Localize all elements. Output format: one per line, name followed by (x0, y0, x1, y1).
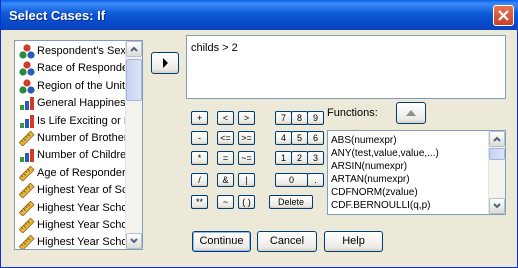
scroll-down-button[interactable] (126, 233, 142, 249)
key-digit-1[interactable]: 1 (275, 151, 292, 165)
key-less-than[interactable]: < (217, 111, 234, 125)
functions-scrollbar[interactable] (488, 131, 505, 214)
scale-icon (18, 130, 35, 147)
key-equals[interactable]: = (217, 151, 234, 165)
list-item-label: Region of the Unite (37, 79, 127, 92)
list-item[interactable]: Highest Year of Sc (15, 182, 127, 199)
key-divide[interactable]: / (191, 173, 208, 187)
key-digit-6[interactable]: 6 (307, 131, 324, 145)
chevron-up-icon (493, 136, 501, 142)
key-digit-2[interactable]: 2 (291, 151, 308, 165)
list-item[interactable]: Highest Year Scho (15, 217, 127, 234)
list-item[interactable]: Number of Brothers (15, 130, 127, 147)
key-and[interactable]: & (217, 173, 234, 187)
function-item[interactable]: ARSIN(numexpr) (331, 161, 407, 174)
arrow-up-icon (406, 110, 416, 116)
close-button[interactable] (493, 5, 514, 26)
ordinal-icon (19, 96, 35, 111)
list-item-label: Highest Year Scho (37, 201, 127, 214)
continue-button[interactable]: Continue (192, 231, 251, 252)
insert-function-button[interactable] (396, 102, 426, 124)
list-item[interactable]: Race of Responde (15, 60, 127, 77)
key-digit-4[interactable]: 4 (275, 131, 292, 145)
key-delete[interactable]: Delete (269, 195, 313, 209)
functions-list[interactable]: ABS(numexpr) ANY(test,value,value,...) ARS… (327, 130, 506, 215)
list-item[interactable]: Region of the Unite (15, 78, 127, 95)
list-item[interactable]: Highest Year Scho (15, 234, 127, 249)
list-item[interactable]: Age of Responder (15, 165, 127, 182)
list-item-label: Highest Year Scho (37, 236, 127, 249)
variable-list-scrollbar[interactable] (125, 41, 142, 249)
list-item-label: Number of Brothers (37, 132, 127, 144)
function-item[interactable]: ARTAN(numexpr) (331, 174, 410, 187)
title-bar[interactable]: Select Cases: If (1, 0, 518, 30)
function-item[interactable]: ANY(test,value,value,...) (331, 148, 439, 161)
list-item-label: Number of Children (37, 149, 127, 162)
list-item-label: Respondent's Sex (37, 45, 126, 57)
key-multiply[interactable]: * (191, 151, 208, 165)
list-item-label: Highest Year of Sc (37, 184, 127, 197)
key-parentheses[interactable]: ( ) (238, 195, 255, 209)
ordinal-icon (19, 148, 35, 163)
scroll-up-button[interactable] (126, 41, 142, 57)
list-item-label: Is Life Exciting or D (37, 114, 127, 127)
expression-value: childs > 2 (191, 42, 238, 54)
key-digit-9[interactable]: 9 (307, 111, 324, 125)
ordinal-icon (19, 114, 35, 129)
move-variable-button[interactable] (151, 52, 179, 74)
scale-icon (18, 200, 35, 217)
list-item[interactable]: Number of Children (15, 147, 127, 164)
key-or[interactable]: | (238, 173, 255, 187)
key-decimal[interactable]: . (307, 173, 324, 187)
key-less-equal[interactable]: <= (217, 131, 234, 145)
list-item-label: General Happiness (37, 97, 127, 110)
chevron-down-icon (493, 203, 501, 209)
function-item[interactable]: CDFNORM(zvalue) (331, 187, 418, 200)
function-item[interactable]: ABS(numexpr) (331, 135, 397, 148)
window-title: Select Cases: If (9, 8, 106, 23)
nominal-icon (19, 79, 35, 94)
key-not[interactable]: ~ (217, 195, 234, 209)
functions-label: Functions: (327, 107, 378, 119)
scale-icon (18, 217, 35, 234)
list-item[interactable]: Respondent's Sex (15, 43, 127, 60)
key-digit-0[interactable]: 0 (275, 173, 308, 187)
scale-icon (18, 235, 35, 249)
help-button[interactable]: Help (324, 231, 383, 252)
key-digit-3[interactable]: 3 (307, 151, 324, 165)
key-not-equal[interactable]: ~= (238, 151, 255, 165)
arrow-right-icon (163, 58, 168, 68)
key-greater-than[interactable]: > (238, 111, 255, 125)
variable-list[interactable]: Respondent's Sex Race of Responde Region o… (14, 40, 143, 250)
key-digit-8[interactable]: 8 (291, 111, 308, 125)
scroll-thumb[interactable] (126, 59, 142, 101)
key-power[interactable]: ** (191, 195, 208, 209)
list-item[interactable]: Highest Year Scho (15, 200, 127, 217)
functions-scroll-up[interactable] (489, 131, 505, 147)
scale-icon (18, 165, 35, 182)
functions-scroll-down[interactable] (489, 198, 505, 214)
functions-scroll-thumb[interactable] (489, 148, 505, 160)
list-item[interactable]: Is Life Exciting or D (15, 113, 127, 130)
list-item[interactable]: General Happiness (15, 95, 127, 112)
scale-icon (18, 182, 35, 199)
function-item[interactable]: CDF.BERNOULLI(q,p) (331, 200, 430, 213)
chevron-down-icon (130, 238, 138, 244)
key-digit-5[interactable]: 5 (291, 131, 308, 145)
key-greater-equal[interactable]: >= (238, 131, 255, 145)
chevron-up-icon (130, 46, 138, 52)
list-item-label: Age of Responder (37, 166, 126, 179)
key-digit-7[interactable]: 7 (275, 111, 292, 125)
list-item-label: Highest Year Scho (37, 219, 127, 231)
list-item-label: Race of Responde (37, 62, 127, 75)
expression-input[interactable]: childs > 2 (186, 35, 506, 99)
key-minus[interactable]: - (191, 131, 208, 145)
nominal-icon (19, 44, 35, 59)
nominal-icon (19, 61, 35, 76)
close-icon (498, 10, 509, 21)
key-plus[interactable]: + (191, 111, 208, 125)
cancel-button[interactable]: Cancel (257, 231, 317, 252)
dialog-window: Select Cases: If Respondent's Sex Race of… (0, 0, 518, 268)
